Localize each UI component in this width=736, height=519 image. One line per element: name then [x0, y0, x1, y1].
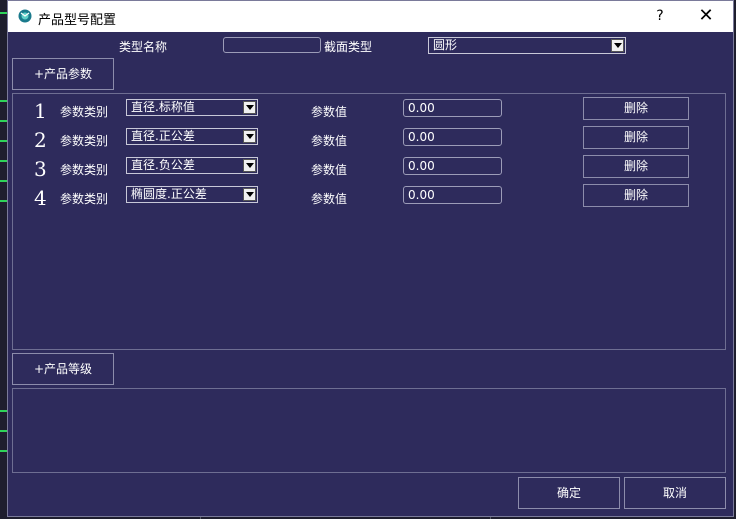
param-category-select[interactable]: 直径.正公差	[126, 128, 258, 145]
grades-panel	[12, 388, 726, 473]
product-model-config-dialog: 产品型号配置 ? ✕ 类型名称 截面类型 圆形 +产品参数 1 参数类别 直径.…	[7, 0, 734, 517]
app-logo-icon	[18, 9, 32, 23]
param-value-input[interactable]: 0.00	[403, 128, 502, 146]
delete-button[interactable]: 删除	[583, 184, 689, 207]
param-category-label: 参数类别	[60, 192, 109, 206]
help-button[interactable]: ?	[648, 6, 672, 26]
add-product-param-button[interactable]: +产品参数	[12, 58, 114, 90]
section-type-select[interactable]: 圆形	[428, 37, 626, 54]
delete-button[interactable]: 删除	[583, 97, 689, 120]
row-number: 2	[34, 128, 47, 152]
delete-button[interactable]: 删除	[583, 126, 689, 149]
close-button[interactable]: ✕	[694, 5, 718, 27]
param-value-input[interactable]: 0.00	[403, 186, 502, 204]
type-name-label: 类型名称	[119, 40, 168, 54]
param-category-value: 椭圆度.正公差	[131, 187, 207, 201]
param-category-value: 直径.标称值	[131, 100, 195, 114]
dialog-title: 产品型号配置	[38, 13, 117, 28]
section-type-label: 截面类型	[324, 40, 373, 54]
title-bar: 产品型号配置 ? ✕	[8, 1, 733, 32]
section-type-value: 圆形	[433, 38, 458, 52]
cancel-button[interactable]: 取消	[624, 477, 726, 509]
param-value-input[interactable]: 0.00	[403, 157, 502, 175]
chevron-down-icon[interactable]	[243, 101, 256, 114]
add-product-grade-button[interactable]: +产品等级	[12, 353, 114, 385]
param-category-value: 直径.正公差	[131, 129, 195, 143]
params-panel: 1 参数类别 直径.标称值 参数值 0.00 删除 2 参数类别 直径.正公差 …	[12, 93, 726, 350]
param-value-input[interactable]: 0.00	[403, 99, 502, 117]
chevron-down-icon[interactable]	[243, 188, 256, 201]
param-category-select[interactable]: 椭圆度.正公差	[126, 186, 258, 203]
param-value-label: 参数值	[311, 192, 348, 206]
param-value-label: 参数值	[311, 163, 348, 177]
row-number: 4	[34, 186, 47, 210]
chevron-down-icon[interactable]	[611, 39, 624, 52]
ok-button[interactable]: 确定	[518, 477, 620, 509]
param-value-label: 参数值	[311, 134, 348, 148]
param-value-label: 参数值	[311, 105, 348, 119]
row-number: 1	[34, 99, 47, 123]
param-category-label: 参数类别	[60, 134, 109, 148]
param-category-label: 参数类别	[60, 105, 109, 119]
type-name-input[interactable]	[223, 37, 321, 53]
param-category-select[interactable]: 直径.标称值	[126, 99, 258, 116]
param-category-label: 参数类别	[60, 163, 109, 177]
param-category-value: 直径.负公差	[131, 158, 195, 172]
param-category-select[interactable]: 直径.负公差	[126, 157, 258, 174]
row-number: 3	[34, 157, 47, 181]
chevron-down-icon[interactable]	[243, 159, 256, 172]
delete-button[interactable]: 删除	[583, 155, 689, 178]
chevron-down-icon[interactable]	[243, 130, 256, 143]
